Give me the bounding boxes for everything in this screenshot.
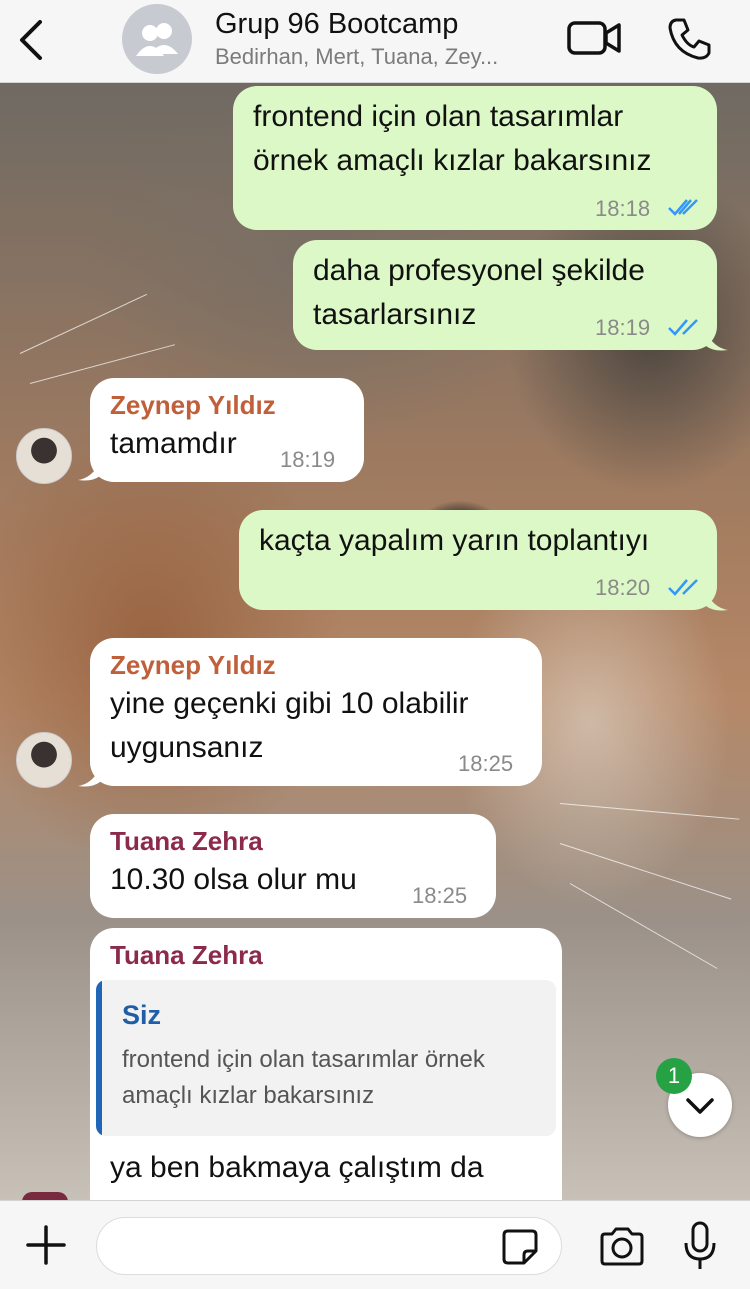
background-whisker [559, 803, 740, 820]
message-line: daha profesyonel şekilde [313, 254, 645, 287]
message-incoming[interactable]: Zeynep Yıldız yine geçenki gibi 10 olabi… [90, 638, 542, 786]
quoted-message[interactable]: Siz frontend için olan tasarımlar örnek … [96, 980, 556, 1136]
sender-avatar[interactable] [16, 732, 72, 788]
message-input[interactable] [96, 1217, 562, 1275]
plus-icon[interactable] [24, 1223, 68, 1267]
unread-count-badge: 1 [656, 1058, 692, 1094]
camera-icon[interactable] [598, 1225, 646, 1267]
chat-header: Grup 96 Bootcamp Bedirhan, Mert, Tuana, … [0, 0, 750, 83]
group-members[interactable]: Bedirhan, Mert, Tuana, Zey... [215, 44, 545, 70]
group-avatar[interactable] [122, 4, 192, 74]
sender-name: Tuana Zehra [110, 826, 263, 856]
back-chevron-icon[interactable] [14, 18, 50, 62]
message-incoming-reply[interactable]: Tuana Zehra Siz frontend için olan tasar… [90, 928, 562, 1228]
group-title[interactable]: Grup 96 Bootcamp [215, 8, 458, 41]
background-whisker [19, 293, 148, 354]
sticker-icon[interactable] [500, 1227, 540, 1267]
video-call-icon[interactable] [566, 18, 622, 58]
message-time: 18:19 [280, 447, 336, 472]
bubble-tail [706, 592, 728, 611]
quote-text: frontend için olan tasarımlar örnek amaç… [122, 1046, 485, 1109]
message-line: örnek amaçlı kızlar bakarsınız [253, 144, 652, 177]
bubble-tail [706, 332, 728, 351]
read-ticks-icon [668, 199, 698, 216]
sender-name: Zeynep Yıldız [110, 390, 276, 420]
message-incoming[interactable]: Tuana Zehra 10.30 olsa olur mu 18:25 [90, 814, 496, 918]
message-line: yine geçenki gibi 10 olabilir [110, 687, 469, 720]
message-outgoing[interactable]: frontend için olan tasarımlar örnek amaç… [233, 86, 717, 230]
quote-author: Siz [122, 1000, 162, 1030]
phone-call-icon[interactable] [666, 16, 712, 62]
sender-avatar[interactable] [16, 428, 72, 484]
message-time: 18:18 [595, 196, 651, 221]
message-outgoing[interactable]: daha profesyonel şekilde tasarlarsınız 1… [293, 240, 717, 350]
read-ticks-icon [668, 579, 698, 596]
message-time: 18:20 [595, 575, 651, 600]
background-whisker [569, 883, 718, 969]
sender-name: Zeynep Yıldız [110, 650, 276, 680]
microphone-icon[interactable] [682, 1221, 718, 1271]
sender-name: Tuana Zehra [110, 940, 263, 970]
message-line: ya ben bakmaya çalıştım da [110, 1151, 484, 1184]
message-input-bar [0, 1200, 750, 1289]
quote-accent-bar [96, 980, 102, 1136]
message-outgoing[interactable]: kaçta yapalım yarın toplantıyı 18:20 [239, 510, 717, 610]
message-line: kaçta yapalım yarın toplantıyı [259, 524, 650, 557]
group-people-icon [136, 23, 178, 56]
message-time: 18:25 [458, 751, 514, 776]
message-line: frontend için olan tasarımlar [253, 100, 624, 133]
message-time: 18:19 [595, 315, 651, 340]
message-incoming[interactable]: Zeynep Yıldız tamamdır 18:19 [90, 378, 364, 482]
read-ticks-icon [668, 319, 698, 336]
message-time: 18:25 [412, 883, 468, 908]
